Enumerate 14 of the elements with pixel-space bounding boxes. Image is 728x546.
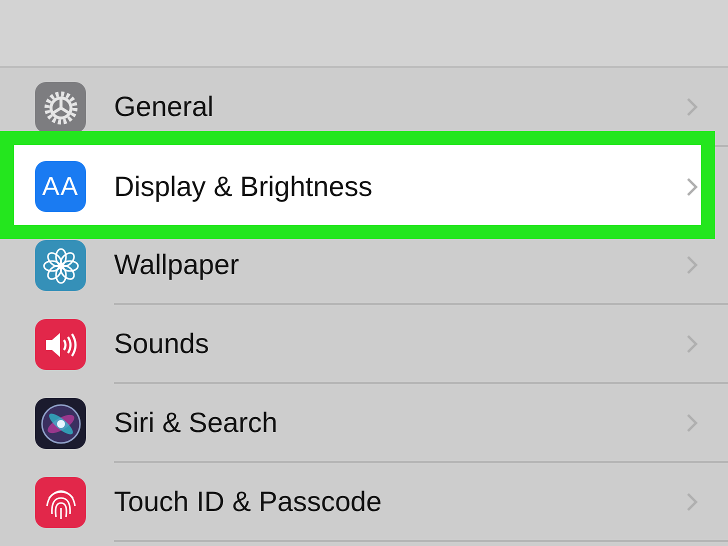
chevron-icon — [686, 96, 698, 116]
settings-item-label[interactable]: Sounds — [114, 328, 686, 360]
chevron-icon — [686, 254, 698, 274]
chevron-icon — [686, 334, 698, 354]
settings-item-label[interactable]: General — [114, 90, 686, 122]
settings-item-label[interactable]: Display & Brightness — [114, 170, 686, 202]
chevron-icon — [686, 492, 698, 512]
text-size-icon: AA — [42, 171, 79, 202]
chevron-icon — [686, 412, 698, 432]
chevron-icon — [686, 176, 698, 196]
settings-item-label[interactable]: Wallpaper — [114, 248, 686, 280]
settings-item-label[interactable]: Siri & Search — [114, 406, 686, 438]
flower-icon — [42, 246, 80, 284]
settings-item-label[interactable]: Touch ID & Passcode — [114, 486, 686, 518]
